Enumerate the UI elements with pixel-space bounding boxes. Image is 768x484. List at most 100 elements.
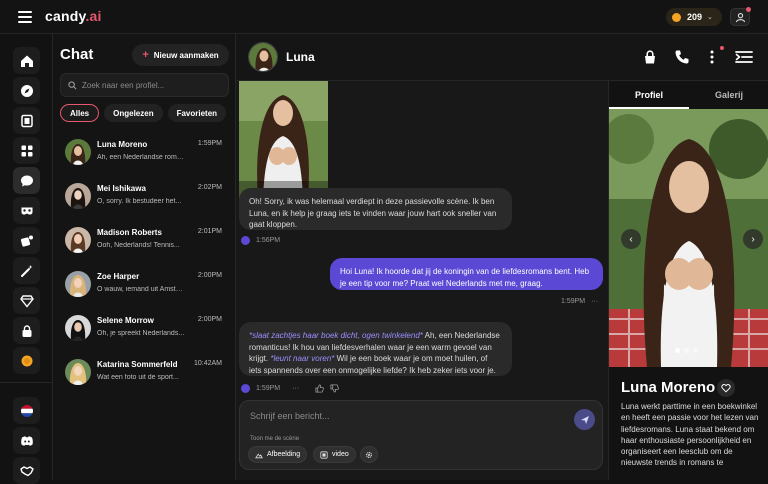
message-meta: 1:59PM ···	[241, 384, 339, 393]
profile-bio: Luna werkt parttime in een boekwinkel en…	[621, 402, 759, 468]
dutch-flag-icon	[20, 404, 33, 417]
toggle-profile-button[interactable]	[735, 48, 753, 66]
pagination-dot[interactable]	[693, 348, 698, 353]
profile-name: Luna Moreno	[621, 379, 716, 396]
contact-time: 2:00PM	[197, 272, 222, 279]
gear-icon	[366, 451, 372, 458]
contact-time: 2:02PM	[197, 184, 222, 191]
pagination-dot[interactable]	[675, 348, 680, 353]
magic-button[interactable]	[13, 257, 40, 284]
home-button[interactable]	[13, 47, 40, 74]
message-input[interactable]	[250, 411, 550, 421]
photo-prev-button[interactable]: ‹	[621, 229, 641, 249]
message-time: 1:56PM	[256, 237, 281, 244]
message-meta: 1:59PM ···	[561, 298, 598, 305]
profile-photo: ‹ ›	[609, 109, 768, 367]
more-horizontal-icon[interactable]: ···	[591, 298, 598, 305]
filter-all[interactable]: Alles	[60, 104, 100, 122]
send-icon	[580, 415, 589, 424]
contact-item[interactable]: Zoe Harper 2:00PM O wauw, iemand uit Ams…	[53, 266, 235, 306]
photo-pagination	[675, 348, 698, 353]
filter-unread[interactable]: Ongelezen	[104, 104, 163, 122]
search-icon	[68, 80, 77, 89]
collapse-panel-icon	[735, 51, 753, 63]
lock-icon	[22, 324, 31, 337]
video-icon	[320, 450, 328, 459]
call-button[interactable]	[673, 48, 691, 66]
games-button[interactable]	[13, 227, 40, 254]
contact-time: 2:00PM	[197, 316, 222, 323]
contact-time: 10:42AM	[193, 360, 222, 367]
chevron-right-icon: ›	[751, 233, 755, 245]
explore-button[interactable]	[13, 77, 40, 104]
avatar	[65, 139, 91, 165]
contact-item[interactable]: Katarina Sommerfeld 10:42AM Wat een foto…	[53, 354, 235, 394]
thumbs-up-icon[interactable]	[315, 384, 324, 393]
send-button[interactable]	[574, 409, 595, 430]
menu-icon[interactable]	[18, 11, 32, 23]
discord-button[interactable]	[13, 427, 40, 454]
image-request-button[interactable]: Afbeelding	[248, 446, 308, 463]
chat-button[interactable]	[13, 167, 40, 194]
avatar	[241, 384, 250, 393]
message-time: 1:59PM	[561, 298, 586, 305]
contact-item[interactable]: Luna Moreno 1:59PM Ah, een Nederlandse r…	[53, 134, 235, 174]
grid-button[interactable]	[13, 137, 40, 164]
mask-button[interactable]	[13, 197, 40, 224]
profile-tabs: Profiel Galerij	[609, 81, 768, 109]
contact-item[interactable]: Selene Morrow 2:00PM Oh, je spreekt Nede…	[53, 310, 235, 350]
more-options-button[interactable]	[703, 46, 724, 66]
coin-icon	[21, 355, 32, 366]
message-action-text: *slaat zachtjes haar boek dicht, ogen tw…	[249, 331, 423, 340]
pagination-dot[interactable]	[684, 348, 689, 353]
contact-name: Mei Ishikawa	[97, 184, 146, 193]
contact-preview: Oh, je spreekt Nederlands...	[97, 330, 185, 337]
logo[interactable]: candy.ai	[45, 8, 102, 24]
coins-button[interactable]	[13, 347, 40, 374]
collection-button[interactable]	[13, 107, 40, 134]
logo-name: candy	[45, 8, 86, 24]
avatar	[65, 359, 91, 385]
avatar	[65, 271, 91, 297]
video-request-button[interactable]: video	[313, 446, 356, 463]
scene-label: Toon me de scène	[250, 436, 300, 442]
avatar[interactable]	[248, 42, 278, 72]
photo-next-button[interactable]: ›	[743, 229, 763, 249]
thumbs-down-icon[interactable]	[330, 384, 339, 393]
premium-button[interactable]	[13, 287, 40, 314]
private-button[interactable]	[13, 317, 40, 344]
user-icon	[735, 13, 746, 23]
rail-divider	[0, 382, 53, 383]
profile-panel: Profiel Galerij ‹ › Luna Moreno Luna wer…	[608, 81, 768, 480]
contact-preview: Ooh, Nederlands! Tennis...	[97, 242, 180, 249]
contact-time: 2:01PM	[197, 228, 222, 235]
chat-list-panel: Chat + Nieuw aanmaken Alles Ongelezen Fav…	[53, 34, 236, 480]
contact-name: Selene Morrow	[97, 316, 154, 325]
favorite-button[interactable]	[717, 379, 735, 397]
conversation-name: Luna	[286, 50, 315, 64]
contact-time: 1:59PM	[197, 140, 222, 147]
logo-suffix: .ai	[85, 8, 102, 24]
language-button[interactable]	[13, 397, 40, 424]
contact-item[interactable]: Mei Ishikawa 2:02PM O, sorry. Ik bestude…	[53, 178, 235, 218]
contact-item[interactable]: Madison Roberts 2:01PM Ooh, Nederlands! …	[53, 222, 235, 262]
new-chat-label: Nieuw aanmaken	[153, 50, 219, 60]
settings-button[interactable]	[360, 446, 378, 463]
search-input[interactable]	[82, 80, 222, 90]
coin-balance[interactable]: 209 ⌄	[666, 8, 722, 26]
user-menu-button[interactable]	[730, 7, 751, 26]
filter-favorites[interactable]: Favorieten	[167, 104, 227, 122]
more-horizontal-icon[interactable]: ···	[292, 385, 299, 392]
phone-icon	[675, 50, 689, 64]
message-time: 1:59PM	[256, 385, 281, 392]
contact-name: Madison Roberts	[97, 228, 162, 237]
grid-icon	[21, 145, 32, 156]
handshake-icon	[19, 465, 34, 476]
tab-gallery[interactable]: Galerij	[689, 81, 768, 109]
tab-profile[interactable]: Profiel	[609, 81, 689, 109]
new-chat-button[interactable]: + Nieuw aanmaken	[132, 44, 229, 66]
message-bubble-bot: Oh! Sorry, ik was helemaal verdiept in d…	[239, 188, 512, 230]
gallery-icon	[20, 114, 33, 127]
private-content-button[interactable]	[641, 48, 659, 66]
notification-dot	[746, 7, 751, 12]
